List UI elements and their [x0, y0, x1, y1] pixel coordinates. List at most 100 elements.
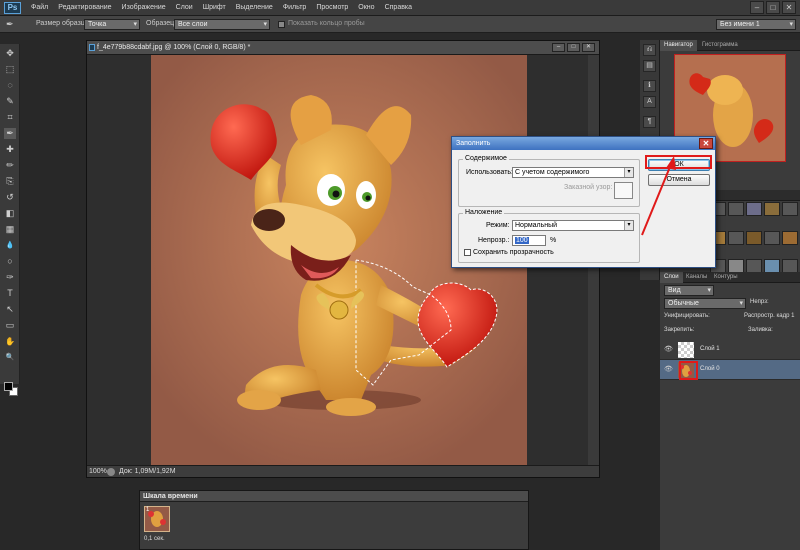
tab-layers[interactable]: Слои: [660, 272, 683, 283]
propagate-frame-label[interactable]: Распростр. кадр 1: [744, 313, 794, 324]
menu-help[interactable]: Справка: [380, 0, 417, 16]
gradient-icon[interactable]: ▦: [4, 224, 16, 235]
marquee-icon[interactable]: ⬚: [4, 64, 16, 75]
history-icon[interactable]: ⎌: [643, 44, 656, 56]
menu-filter[interactable]: Фильтр: [278, 0, 312, 16]
sample-size-select[interactable]: Точка: [84, 19, 140, 30]
workspace-select[interactable]: Без имени 1: [716, 19, 796, 30]
tools-panel: ✥ ⬚ ◌ ✎ ⌗ ✒ ✚ ✏ ⎘ ↺ ◧ ▦ 💧 ○ ✑ T ↖ ▭ ✋ 🔍: [0, 44, 20, 396]
dialog-close-icon[interactable]: ✕: [699, 138, 713, 149]
show-ring-checkbox[interactable]: [278, 21, 285, 28]
annotation-arrow-icon: [641, 156, 676, 236]
move-icon[interactable]: ✥: [4, 48, 16, 59]
brush-icon[interactable]: ✏: [4, 160, 16, 171]
eyedropper-tool-icon[interactable]: ✒: [4, 128, 16, 139]
content-group-label: Содержимое: [463, 155, 509, 162]
status-info-icon[interactable]: [107, 468, 115, 476]
doc-close-button[interactable]: ✕: [582, 43, 595, 52]
style-swatch[interactable]: [746, 202, 762, 216]
options-bar: ✒ Размер образца: Точка Образец: Все сло…: [0, 16, 800, 33]
path-select-icon[interactable]: ↖: [4, 304, 16, 315]
timeline-title: Шкала времени: [143, 493, 198, 500]
minimize-button[interactable]: –: [750, 1, 764, 14]
style-swatch[interactable]: [746, 230, 762, 245]
crop-icon[interactable]: ⌗: [4, 112, 16, 123]
layer-kind-value: Вид: [668, 287, 681, 294]
paragraph-icon[interactable]: ¶: [643, 116, 656, 128]
quick-select-icon[interactable]: ✎: [4, 96, 16, 107]
document-title: f_4e779b88cdabf.jpg @ 100% (Слой 0, RGB/…: [97, 44, 251, 51]
main-menu: Файл Редактирование Изображение Слои Шри…: [26, 0, 417, 16]
visibility-eye-icon[interactable]: 👁: [664, 366, 673, 373]
tab-channels[interactable]: Каналы: [682, 272, 711, 283]
style-swatch[interactable]: [764, 202, 780, 216]
info-icon[interactable]: ℹ: [643, 80, 656, 92]
frame-time[interactable]: 0,1 сек.: [144, 536, 165, 542]
visibility-eye-icon[interactable]: 👁: [664, 346, 673, 353]
preserve-transparency-label: Сохранить прозрачность: [473, 249, 554, 256]
shape-icon[interactable]: ▭: [4, 320, 16, 331]
layer-kind-filter[interactable]: Вид: [664, 285, 714, 296]
sample-select[interactable]: Все слои: [174, 19, 270, 30]
menu-image[interactable]: Изображение: [117, 0, 171, 16]
zoom-level[interactable]: 100%: [89, 468, 107, 475]
frame-number: 1: [146, 507, 150, 513]
preserve-transparency-checkbox[interactable]: [464, 249, 471, 256]
properties-icon[interactable]: ▤: [643, 60, 656, 72]
maximize-button[interactable]: □: [766, 1, 780, 14]
use-value: С учетом содержимого: [515, 169, 590, 176]
layer-thumbnail: [678, 342, 694, 358]
pen-icon[interactable]: ✑: [4, 272, 16, 283]
unify-label: Унифицировать:: [664, 313, 710, 319]
style-swatch[interactable]: [782, 230, 798, 245]
blend-mode-value: Обычные: [668, 300, 699, 307]
history-brush-icon[interactable]: ↺: [4, 192, 16, 203]
tab-histogram[interactable]: Гистограмма: [698, 40, 742, 51]
lock-label: Закрепить:: [664, 327, 695, 333]
zoom-icon[interactable]: 🔍: [4, 352, 16, 363]
style-swatch[interactable]: [728, 202, 744, 216]
tab-navigator[interactable]: Навигатор: [660, 40, 697, 51]
document-tab[interactable]: f_4e779b88cdabf.jpg @ 100% (Слой 0, RGB/…: [87, 41, 599, 55]
sample-size-value: Точка: [88, 21, 107, 28]
close-button[interactable]: ✕: [782, 1, 796, 14]
style-swatch[interactable]: [728, 230, 744, 245]
hand-icon[interactable]: ✋: [4, 336, 16, 347]
doc-maximize-button[interactable]: □: [567, 43, 580, 52]
menu-view[interactable]: Просмотр: [311, 0, 353, 16]
menu-window[interactable]: Окно: [353, 0, 379, 16]
document-size: Док: 1,09M/1,92M: [119, 468, 176, 475]
foreground-color-swatch[interactable]: [4, 382, 13, 391]
menu-layers[interactable]: Слои: [171, 0, 198, 16]
menu-edit[interactable]: Редактирование: [53, 0, 116, 16]
stamp-icon[interactable]: ⎘: [4, 176, 16, 187]
opacity-unit: %: [550, 237, 557, 244]
mode-value: Нормальный: [515, 222, 558, 229]
healing-icon[interactable]: ✚: [4, 144, 16, 155]
opacity-input[interactable]: 100: [512, 235, 546, 246]
menu-type[interactable]: Шрифт: [198, 0, 231, 16]
character-icon[interactable]: A: [643, 96, 656, 108]
blend-mode-select[interactable]: Обычные: [664, 298, 746, 309]
timeline-tab[interactable]: Шкала времени: [140, 491, 528, 502]
dialog-titlebar[interactable]: Заполнить ✕: [452, 137, 715, 150]
eyedropper-icon[interactable]: ✒: [6, 19, 14, 30]
photoshop-logo: Ps: [4, 2, 21, 14]
doc-minimize-button[interactable]: –: [552, 43, 565, 52]
type-icon[interactable]: T: [4, 288, 16, 299]
style-swatch[interactable]: [764, 230, 780, 245]
dodge-icon[interactable]: ○: [4, 256, 16, 267]
layer-row[interactable]: 👁 Слой 1: [660, 340, 800, 360]
lasso-icon[interactable]: ◌: [4, 80, 16, 91]
blur-icon[interactable]: 💧: [4, 240, 16, 251]
eraser-icon[interactable]: ◧: [4, 208, 16, 219]
tab-paths[interactable]: Контуры: [710, 272, 742, 283]
layer-thumbnail-highlight: [679, 361, 698, 380]
opacity-value: 100: [515, 237, 529, 244]
sample-label: Образец:: [146, 20, 177, 27]
menu-select[interactable]: Выделение: [231, 0, 278, 16]
style-swatch[interactable]: [782, 202, 798, 216]
window-controls: – □ ✕: [750, 1, 796, 14]
layer-name: Слой 0: [700, 366, 720, 372]
menu-file[interactable]: Файл: [26, 0, 53, 16]
